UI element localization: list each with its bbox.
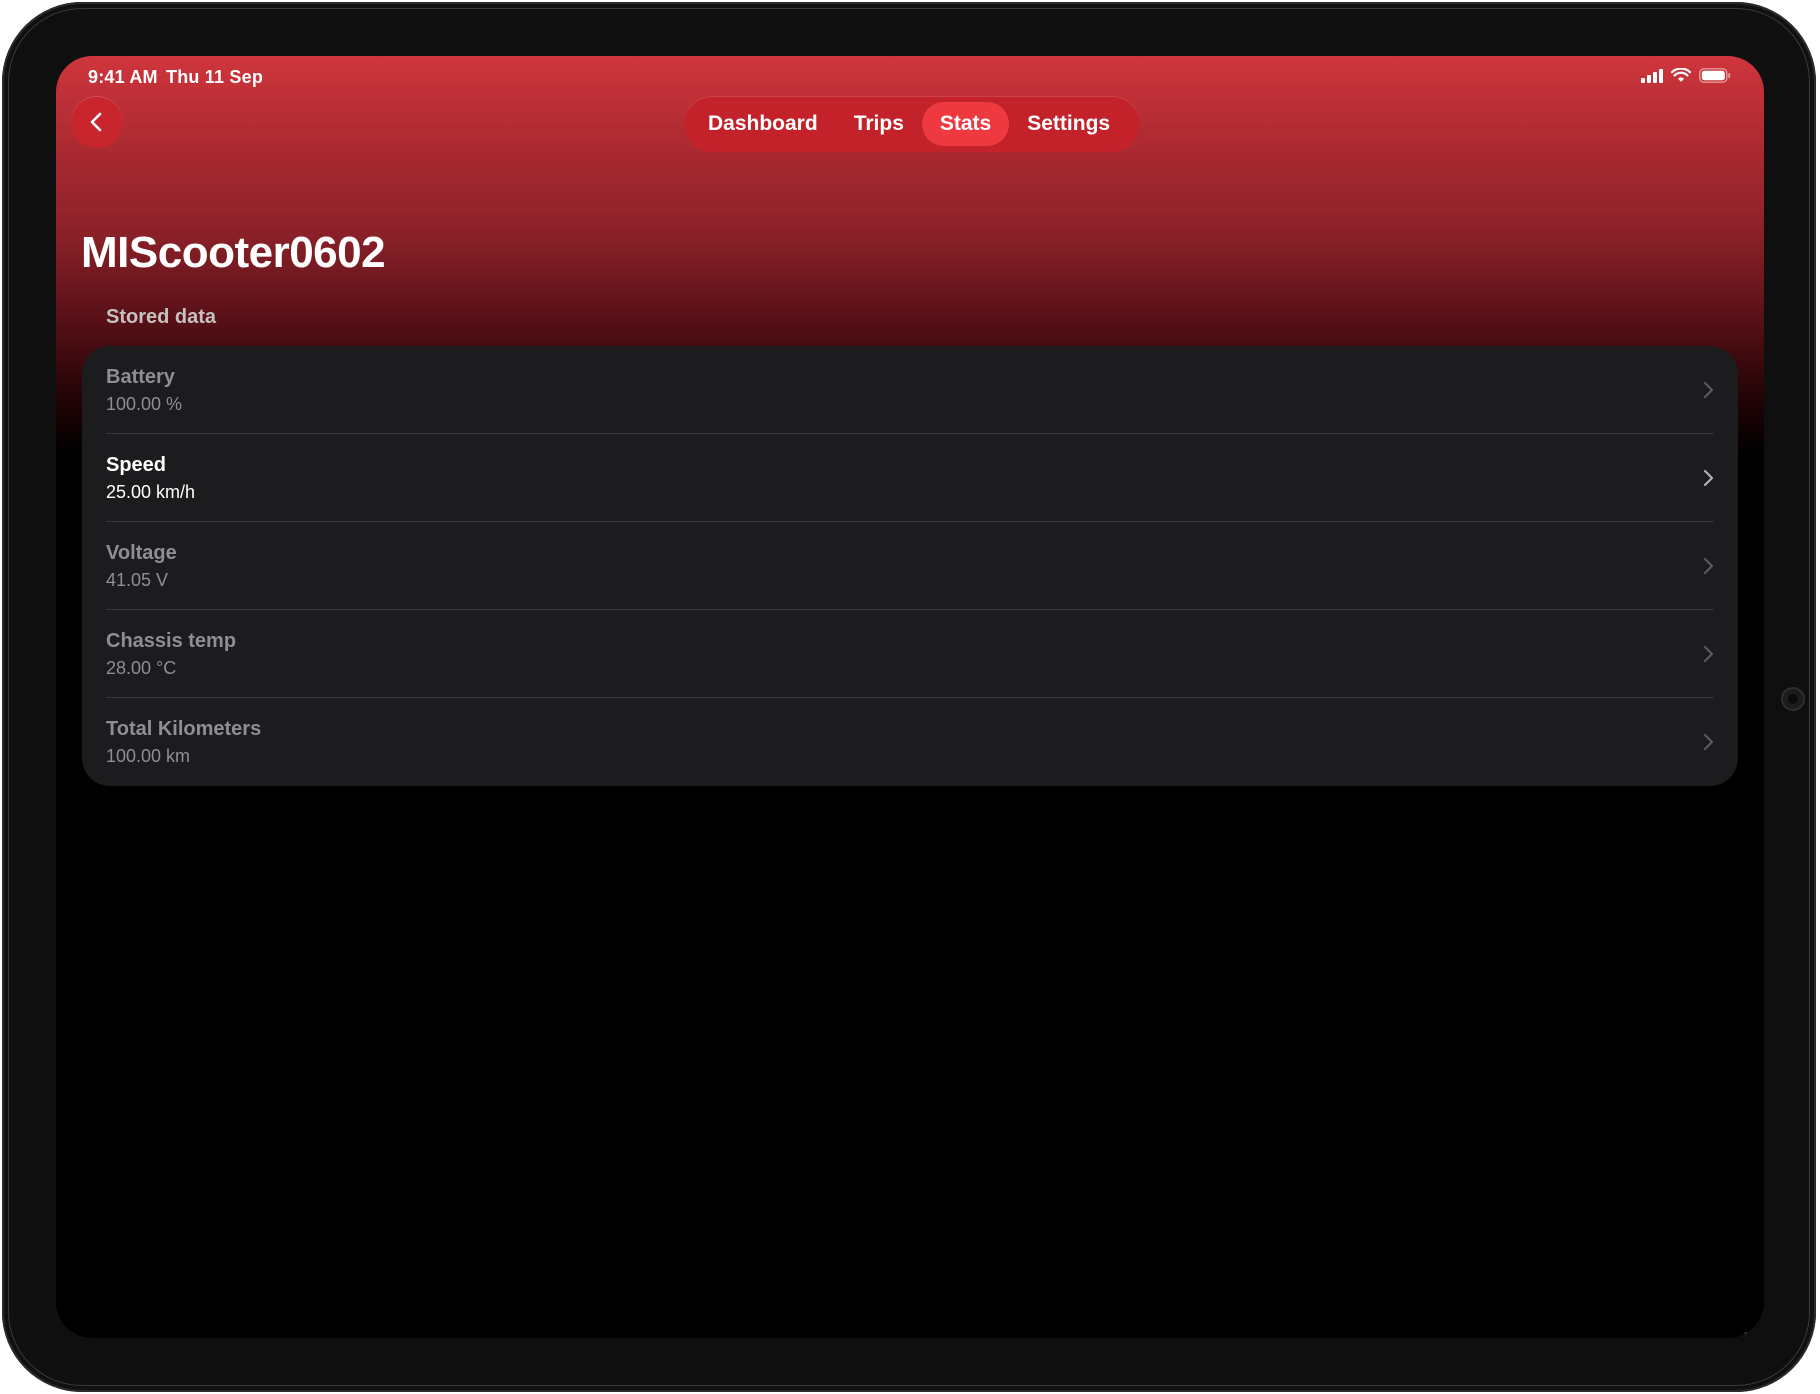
list-item-label: Battery: [106, 366, 175, 388]
app-screen: 9:41 AM Thu 11 Sep Dashboard Trips Stats…: [56, 56, 1764, 1338]
list-item-label: Speed: [106, 454, 167, 476]
chevron-right-icon: [1703, 381, 1714, 399]
list-item-value: 25.00 km/h: [106, 482, 196, 502]
list-item-total-kilometers[interactable]: Total Kilometers 100.00 km: [82, 698, 1738, 786]
tab-bar: Dashboard Trips Stats Settings: [684, 96, 1140, 152]
list-item-label: Voltage: [106, 542, 177, 564]
chevron-left-icon: [90, 112, 102, 132]
back-button[interactable]: [71, 96, 123, 148]
list-item-value: 41.05 V: [106, 570, 169, 590]
chevron-right-icon: [1703, 733, 1714, 751]
stats-list: Battery 100.00 % Speed 25.00 km/h Voltag…: [82, 346, 1738, 786]
cellular-signal-icon: [1641, 68, 1663, 83]
list-item-voltage[interactable]: Voltage 41.05 V: [82, 522, 1738, 610]
status-date: Thu 11 Sep: [166, 67, 264, 87]
wifi-icon: [1671, 68, 1691, 82]
list-item-battery[interactable]: Battery 100.00 %: [82, 346, 1738, 434]
resize-corner-icon: [1744, 1316, 1764, 1336]
tab-trips[interactable]: Trips: [836, 102, 922, 146]
list-item-chassis-temp[interactable]: Chassis temp 28.00 °C: [82, 610, 1738, 698]
list-item-value: 100.00 km: [106, 746, 191, 766]
list-item-label: Total Kilometers: [106, 718, 262, 740]
chevron-right-icon: [1703, 469, 1714, 487]
tab-settings[interactable]: Settings: [1009, 102, 1128, 146]
section-header: Stored data: [106, 306, 217, 328]
battery-icon: [1699, 68, 1731, 83]
tab-stats[interactable]: Stats: [921, 102, 1010, 146]
camera-icon: [1781, 687, 1805, 711]
list-item-value: 100.00 %: [106, 394, 183, 414]
status-time: 9:41 AM: [88, 67, 158, 87]
status-icons: [1641, 68, 1731, 83]
tab-dashboard[interactable]: Dashboard: [690, 102, 836, 146]
chevron-right-icon: [1703, 557, 1714, 575]
chevron-right-icon: [1703, 645, 1714, 663]
page-title: MIScooter0602: [81, 228, 386, 277]
list-item-label: Chassis temp: [106, 630, 237, 652]
list-item-value: 28.00 °C: [106, 658, 177, 678]
list-item-speed[interactable]: Speed 25.00 km/h: [82, 434, 1738, 522]
